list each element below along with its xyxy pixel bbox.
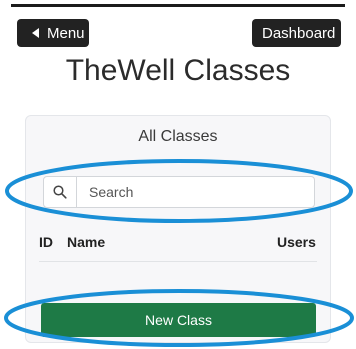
card-title: All Classes <box>138 128 218 145</box>
caret-left-icon <box>32 28 39 38</box>
search-group <box>43 176 315 208</box>
column-header-name: Name <box>67 234 106 250</box>
classes-card: All Classes ID Name Users New Class <box>25 115 331 343</box>
dashboard-button[interactable]: Dashboard <box>252 19 349 47</box>
menu-button[interactable]: Menu <box>17 19 89 47</box>
top-divider <box>11 4 345 7</box>
column-header-id: ID <box>39 234 53 250</box>
dashboard-button-label: Dashboard <box>262 24 336 42</box>
page-title: TheWell Classes <box>65 54 291 87</box>
menu-button-label: Menu <box>47 24 85 42</box>
search-icon <box>44 177 77 207</box>
search-input[interactable] <box>77 183 311 201</box>
table-header-divider <box>39 261 317 262</box>
caret-right-icon <box>341 28 349 38</box>
new-class-button[interactable]: New Class <box>41 303 316 337</box>
column-header-users: Users <box>277 234 316 250</box>
